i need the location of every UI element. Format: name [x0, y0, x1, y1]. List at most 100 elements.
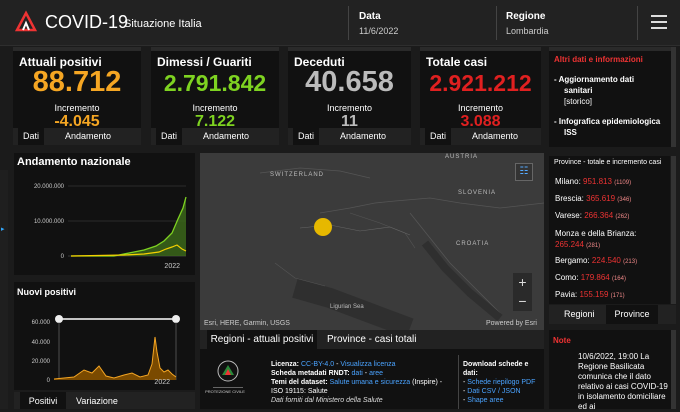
map-powered-by[interactable]: Powered by Esri — [486, 320, 537, 327]
tab-regioni[interactable]: Regioni — [564, 309, 595, 319]
tab-variazione[interactable]: Variazione — [76, 396, 118, 406]
tab-dati[interactable]: Dati — [156, 128, 182, 145]
note-title: Note — [553, 336, 571, 345]
legend-toggle-icon[interactable]: ☷ — [515, 163, 533, 181]
card-tabs: Dati Andamento — [13, 128, 141, 145]
card-value: 40.658 — [305, 66, 394, 98]
protezione-civile-label: PROTEZIONE CIVILE — [205, 389, 245, 394]
list-item: Brescia: 365.619 (346) — [555, 194, 632, 203]
app-title: COVID-19 — [45, 12, 129, 32]
tab-province[interactable]: Province — [606, 305, 658, 324]
link-infografica[interactable]: - Infografica epidemiologica — [554, 117, 660, 126]
card-value: 2.921.212 — [429, 70, 532, 96]
date-value[interactable]: 11/6/2022 — [359, 26, 398, 36]
list-item: Como: 179.864 (164) — [555, 273, 626, 282]
province-tabs: Regioni Province — [549, 305, 676, 324]
map-label: Ligurian Sea — [330, 304, 364, 310]
zoom-in-button[interactable]: + — [513, 273, 532, 292]
expand-icon[interactable]: ▸ — [1, 225, 5, 233]
province-panel: Province - totale e incremento casi Mila… — [549, 156, 670, 304]
x-tick: 2022 — [154, 379, 170, 386]
tab-andamento[interactable]: Andamento — [472, 131, 518, 141]
data-source: Dati forniti dal Ministero della Salute — [271, 397, 383, 404]
link-aggiornamento-2[interactable]: sanitari — [564, 86, 592, 95]
divider — [637, 6, 638, 40]
download-csv-link[interactable]: Dati CSV / JSON — [467, 388, 520, 395]
view-licence-link[interactable]: Visualizza licenza — [340, 361, 395, 368]
other-info-title: Altri dati e informazioni — [554, 55, 643, 64]
link-aggiornamento[interactable]: - Aggiornamento dati — [554, 75, 634, 84]
download-section: Download schede e dati: - Schede riepilo… — [463, 361, 536, 404]
rndt-aree-link[interactable]: aree — [369, 370, 383, 377]
note-panel: Note 10/6/2022, 19:00 La Regione Basilic… — [549, 330, 676, 411]
nuovi-tabs: Positivi Variazione — [14, 392, 195, 409]
tab-dati[interactable]: Dati — [18, 128, 44, 145]
card-tabs: Dati Andamento — [151, 128, 279, 145]
card-deceduti: Deceduti 40.658 Incremento 11 Dati Andame… — [288, 47, 411, 145]
y-tick: 0 — [61, 254, 65, 260]
rndt-dati-link[interactable]: dati — [352, 370, 363, 377]
card-tabs: Dati Andamento — [288, 128, 411, 145]
divider — [348, 6, 349, 40]
date-label: Data — [359, 11, 381, 22]
list-item: Pavia: 155.159 (171) — [555, 290, 625, 299]
region-marker[interactable] — [314, 218, 332, 236]
note-text: 10/6/2022, 19:00 La Regione Basilicata c… — [578, 352, 668, 411]
map-view[interactable]: AUSTRIA SWITZERLAND SLOVENIA CROATIA Lig… — [200, 153, 544, 330]
covid-logo-icon — [14, 10, 38, 32]
tab-andamento[interactable]: Andamento — [203, 131, 249, 141]
tab-positivi[interactable]: Positivi — [20, 392, 66, 409]
divider — [496, 6, 497, 40]
slider-handle-right[interactable] — [172, 315, 180, 323]
province-title: Province - totale e incremento casi — [554, 159, 662, 166]
map-label: SLOVENIA — [458, 190, 497, 196]
slider-handle-left[interactable] — [55, 315, 63, 323]
map-tabs: Regioni - attuali positivi Province - ca… — [200, 330, 544, 349]
andamento-chart: 20.000.000 10.000.000 0 2022 — [34, 184, 187, 270]
divider — [458, 355, 459, 409]
card-totale-casi: Totale casi 2.921.212 Incremento 3.088 D… — [420, 47, 541, 145]
nuovi-positivi-panel: Nuovi positivi 60.000 40.000 20.000 0 20… — [14, 282, 195, 390]
other-info-panel: Altri dati e informazioni - Aggiornament… — [549, 47, 676, 147]
list-item: Milano: 951.813 (1109) — [555, 177, 632, 186]
left-drawer[interactable]: ▸ — [0, 170, 8, 409]
nuovi-positivi-chart: 60.000 40.000 20.000 0 2022 — [32, 315, 180, 386]
card-value: 2.791.842 — [163, 70, 267, 96]
card-increment-label: Incremento — [326, 103, 373, 113]
andamento-panel: Andamento nazionale 20.000.000 10.000.00… — [14, 153, 195, 275]
zoom-out-button[interactable]: − — [513, 292, 532, 311]
card-title: Totale casi — [426, 55, 488, 69]
temi-link[interactable]: Salute umana e sicurezza — [330, 379, 411, 386]
scrollbar[interactable] — [671, 156, 676, 304]
tab-dati[interactable]: Dati — [425, 128, 451, 145]
card-tabs: Dati Andamento — [420, 128, 541, 145]
y-tick: 0 — [47, 378, 51, 384]
link-storico[interactable]: [storico] — [564, 97, 592, 106]
download-shape-link[interactable]: Shape aree — [467, 397, 503, 404]
card-value: 88.712 — [32, 66, 122, 98]
app-subtitle: Situazione Italia — [124, 18, 202, 30]
tab-andamento[interactable]: Andamento — [340, 131, 386, 141]
map-attribution: Esri, HERE, Garmin, USGS — [204, 320, 290, 327]
tab-regioni-attuali-positivi[interactable]: Regioni - attuali positivi — [207, 330, 317, 349]
scrollbar[interactable] — [671, 47, 676, 147]
tab-dati[interactable]: Dati — [293, 128, 319, 145]
y-tick: 20.000.000 — [34, 184, 65, 190]
region-label: Regione — [506, 11, 546, 22]
licence-link[interactable]: CC-BY-4.0 — [301, 361, 334, 368]
region-value[interactable]: Lombardia — [506, 26, 549, 36]
tab-andamento[interactable]: Andamento — [65, 131, 111, 141]
link-infografica-2[interactable]: ISS — [564, 128, 577, 137]
x-tick: 2022 — [164, 263, 180, 270]
y-tick: 40.000 — [32, 340, 51, 346]
protezione-civile-logo-icon — [213, 360, 243, 388]
card-title: Dimessi / Guariti — [157, 55, 252, 69]
download-pdf-link[interactable]: Schede riepilogo PDF — [467, 379, 535, 386]
licence-info: Licenza: CC-BY-4.0 - Visualizza licenza … — [271, 360, 454, 405]
card-increment-label: Incremento — [54, 103, 100, 113]
scrollbar[interactable] — [671, 330, 676, 409]
y-tick: 10.000.000 — [34, 219, 65, 225]
menu-icon[interactable] — [651, 15, 667, 29]
tab-province-casi-totali[interactable]: Province - casi totali — [327, 334, 416, 345]
y-tick: 20.000 — [32, 359, 51, 365]
